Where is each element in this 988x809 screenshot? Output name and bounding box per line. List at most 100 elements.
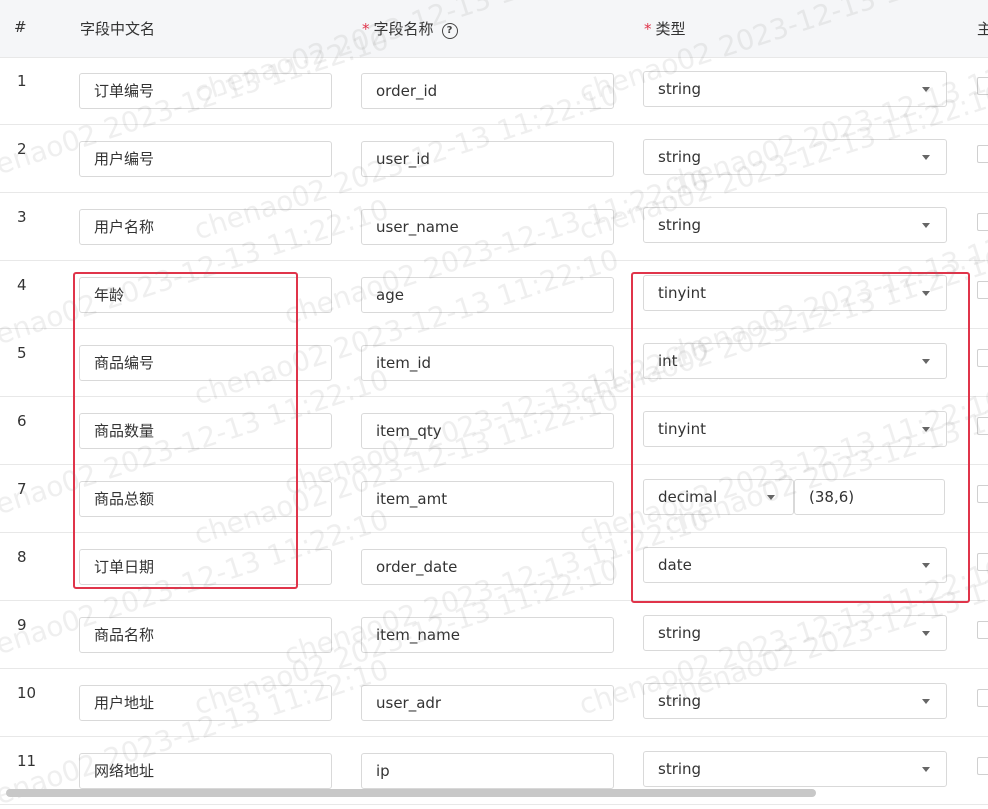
chevron-down-icon	[922, 87, 930, 92]
primary-key-checkbox[interactable]	[977, 485, 988, 503]
primary-key-checkbox[interactable]	[977, 757, 988, 775]
header-field-name-label: 字段名称	[373, 20, 434, 38]
chevron-down-icon	[922, 699, 930, 704]
chinese-name-input[interactable]: 订单编号	[79, 73, 332, 109]
type-select-value: string	[658, 760, 702, 778]
table-row: 2 用户编号 user_id string	[0, 125, 988, 193]
chinese-name-input[interactable]: 用户编号	[79, 141, 332, 177]
row-index: 3	[17, 208, 27, 226]
help-icon[interactable]: ?	[441, 23, 458, 39]
chinese-name-input[interactable]: 商品总额	[79, 481, 332, 517]
row-index: 10	[17, 684, 37, 702]
type-select-value: date	[658, 556, 692, 574]
chevron-down-icon	[922, 223, 930, 228]
type-select-value: string	[658, 624, 702, 642]
type-select-value: string	[658, 148, 702, 166]
table-row: 5 商品编号 item_id int	[0, 329, 988, 397]
field-name-input[interactable]: ip	[361, 753, 614, 789]
chinese-name-input[interactable]: 商品名称	[79, 617, 332, 653]
row-index: 11	[17, 752, 37, 770]
precision-input[interactable]: (38,6)	[794, 479, 945, 515]
chevron-down-icon	[922, 359, 930, 364]
type-select[interactable]: string	[643, 751, 947, 787]
field-name-input[interactable]: item_qty	[361, 413, 614, 449]
type-select[interactable]: tinyint	[643, 411, 947, 447]
type-select[interactable]: date	[643, 547, 947, 583]
chinese-name-input[interactable]: 年龄	[79, 277, 332, 313]
chinese-name-input[interactable]: 订单日期	[79, 549, 332, 585]
type-select-value: tinyint	[658, 284, 706, 302]
row-index: 8	[17, 548, 27, 566]
field-name-input[interactable]: user_name	[361, 209, 614, 245]
type-select[interactable]: decimal	[643, 479, 794, 515]
row-index: 6	[17, 412, 27, 430]
horizontal-scrollbar-thumb[interactable]	[6, 789, 816, 797]
chinese-name-input[interactable]: 用户地址	[79, 685, 332, 721]
row-index: 4	[17, 276, 27, 294]
field-name-input[interactable]: order_id	[361, 73, 614, 109]
chinese-name-input[interactable]: 商品编号	[79, 345, 332, 381]
table-row: 7 商品总额 item_amt decimal (38,6)	[0, 465, 988, 533]
type-select[interactable]: int	[643, 343, 947, 379]
field-name-input[interactable]: item_id	[361, 345, 614, 381]
header-field-name: * 字段名称?	[362, 18, 458, 39]
type-select[interactable]: string	[643, 139, 947, 175]
table-row: 9 商品名称 item_name string	[0, 601, 988, 669]
chinese-name-input[interactable]: 用户名称	[79, 209, 332, 245]
chevron-down-icon	[767, 495, 775, 500]
row-index: 7	[17, 480, 27, 498]
chevron-down-icon	[922, 291, 930, 296]
table-row: 6 商品数量 item_qty tinyint	[0, 397, 988, 465]
type-select-value: tinyint	[658, 420, 706, 438]
type-select[interactable]: string	[643, 71, 947, 107]
field-name-input[interactable]: age	[361, 277, 614, 313]
row-index: 1	[17, 72, 27, 90]
header-type-label: 类型	[655, 20, 686, 38]
type-select-value: string	[658, 692, 702, 710]
primary-key-checkbox[interactable]	[977, 145, 988, 163]
primary-key-checkbox[interactable]	[977, 621, 988, 639]
primary-key-checkbox[interactable]	[977, 553, 988, 571]
chinese-name-input[interactable]: 商品数量	[79, 413, 332, 449]
table-header: # 字段中文名 * 字段名称? * 类型 主	[0, 0, 988, 58]
header-index: #	[14, 18, 27, 36]
type-select[interactable]: string	[643, 615, 947, 651]
required-mark: *	[362, 20, 370, 38]
row-index: 5	[17, 344, 27, 362]
primary-key-checkbox[interactable]	[977, 213, 988, 231]
header-chinese-name: 字段中文名	[80, 20, 156, 38]
field-name-input[interactable]: user_id	[361, 141, 614, 177]
header-type: * 类型	[644, 18, 686, 39]
required-mark: *	[644, 20, 652, 38]
table-row: 8 订单日期 order_date date	[0, 533, 988, 601]
type-select-value: string	[658, 80, 702, 98]
row-index: 9	[17, 616, 27, 634]
primary-key-checkbox[interactable]	[977, 689, 988, 707]
primary-key-checkbox[interactable]	[977, 281, 988, 299]
primary-key-checkbox[interactable]	[977, 417, 988, 435]
chevron-down-icon	[922, 427, 930, 432]
type-select-value: string	[658, 216, 702, 234]
primary-key-checkbox[interactable]	[977, 349, 988, 367]
type-select[interactable]: string	[643, 207, 947, 243]
row-index: 2	[17, 140, 27, 158]
chevron-down-icon	[922, 155, 930, 160]
chinese-name-input[interactable]: 网络地址	[79, 753, 332, 789]
table-row: 10 用户地址 user_adr string	[0, 669, 988, 737]
chevron-down-icon	[922, 767, 930, 772]
type-select-value: decimal	[658, 488, 718, 506]
table-row: 4 年龄 age tinyint	[0, 261, 988, 329]
field-name-input[interactable]: user_adr	[361, 685, 614, 721]
field-name-input[interactable]: order_date	[361, 549, 614, 585]
table-row: 3 用户名称 user_name string	[0, 193, 988, 261]
primary-key-checkbox[interactable]	[977, 77, 988, 95]
type-select-value: int	[658, 352, 678, 370]
chevron-down-icon	[922, 563, 930, 568]
field-name-input[interactable]: item_amt	[361, 481, 614, 517]
header-next-column: 主	[977, 20, 988, 38]
chevron-down-icon	[922, 631, 930, 636]
type-select[interactable]: string	[643, 683, 947, 719]
field-name-input[interactable]: item_name	[361, 617, 614, 653]
table-row: 1 订单编号 order_id string	[0, 57, 988, 125]
type-select[interactable]: tinyint	[643, 275, 947, 311]
